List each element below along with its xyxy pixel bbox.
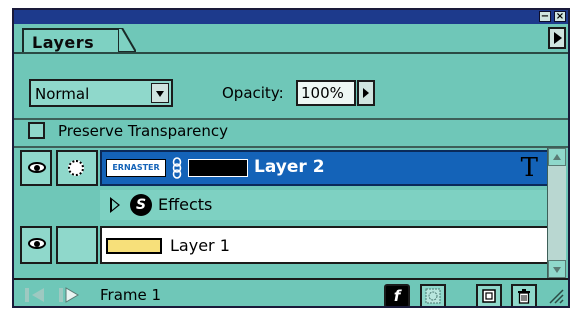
- mask-thumbnail: [188, 159, 248, 177]
- opacity-slider-button[interactable]: [357, 80, 375, 106]
- layer-content[interactable]: Layer 1: [100, 226, 550, 264]
- eye-icon: [28, 238, 46, 249]
- layer-content[interactable]: ERNASTER Layer 2 T: [100, 150, 550, 186]
- layer-thumbnail: ERNASTER: [106, 159, 166, 177]
- layer-row-layer-2[interactable]: ERNASTER Layer 2 T: [14, 148, 550, 186]
- layer-name: Layer 1: [170, 236, 230, 255]
- effects-content[interactable]: S Effects: [100, 190, 550, 220]
- mask-icon: [425, 288, 441, 304]
- effects-label: Effects: [158, 195, 213, 214]
- preserve-transparency-checkbox[interactable]: [28, 122, 45, 139]
- effects-badge-icon: S: [130, 194, 152, 216]
- effects-row[interactable]: S Effects: [14, 188, 550, 220]
- minimize-icon: −: [540, 10, 550, 22]
- layers-list: ERNASTER Layer 2 T S Effects Layer 1: [14, 148, 550, 278]
- close-icon: ×: [555, 10, 565, 22]
- eye-icon: [28, 162, 46, 173]
- link-chain-icon: [172, 157, 182, 179]
- preserve-transparency-label: Preserve Transparency: [58, 122, 228, 140]
- layers-palette: − × Layers Normal Opacity: 100% Preserve…: [12, 8, 570, 308]
- scroll-down-button[interactable]: [548, 260, 566, 278]
- tab-layers-label: Layers: [32, 33, 95, 52]
- opacity-label: Opacity:: [222, 84, 284, 102]
- close-button[interactable]: ×: [554, 11, 566, 22]
- frame-label: Frame 1: [100, 286, 162, 304]
- visibility-toggle[interactable]: [20, 150, 52, 186]
- tab-row: Layers: [14, 24, 568, 54]
- bottom-toolbar: Frame 1 f: [14, 278, 568, 306]
- blend-mode-select[interactable]: Normal: [29, 79, 173, 107]
- layer-row-layer-1[interactable]: Layer 1: [14, 224, 550, 266]
- tab-slant-edge: [118, 28, 136, 52]
- previous-frame-icon[interactable]: [24, 286, 46, 304]
- add-mask-button[interactable]: [420, 284, 446, 306]
- new-layer-icon: [482, 289, 496, 303]
- vertical-scrollbar[interactable]: [547, 148, 566, 278]
- blend-mode-value: Normal: [35, 85, 90, 103]
- scroll-up-button[interactable]: [548, 148, 566, 166]
- delete-layer-button[interactable]: [511, 284, 537, 306]
- layer-style-icon: f: [393, 287, 401, 305]
- controls-area: Normal Opacity: 100%: [14, 54, 568, 120]
- chevron-down-icon[interactable]: [151, 83, 169, 103]
- visibility-toggle[interactable]: [20, 226, 52, 264]
- palette-menu-button[interactable]: [548, 27, 566, 49]
- divider: [14, 118, 568, 120]
- text-layer-icon: T: [520, 153, 538, 183]
- next-frame-icon[interactable]: [58, 286, 80, 304]
- resize-grip-icon[interactable]: [546, 286, 564, 304]
- tab-layers[interactable]: Layers: [22, 28, 120, 52]
- new-layer-button[interactable]: [476, 284, 502, 306]
- layer-link-toggle[interactable]: [56, 226, 98, 264]
- layer-thumbnail: [106, 238, 162, 254]
- add-layer-style-button[interactable]: f: [384, 284, 410, 306]
- opacity-input[interactable]: 100%: [296, 80, 356, 106]
- disclosure-triangle-icon[interactable]: [110, 197, 120, 213]
- layer-name: Layer 2: [254, 157, 325, 177]
- opacity-value: 100%: [301, 84, 344, 102]
- layer-mask-toggle[interactable]: [56, 150, 98, 186]
- layer-mask-icon: [68, 160, 84, 176]
- trash-icon: [518, 289, 530, 304]
- minimize-button[interactable]: −: [539, 11, 551, 22]
- title-bar[interactable]: − ×: [14, 10, 568, 25]
